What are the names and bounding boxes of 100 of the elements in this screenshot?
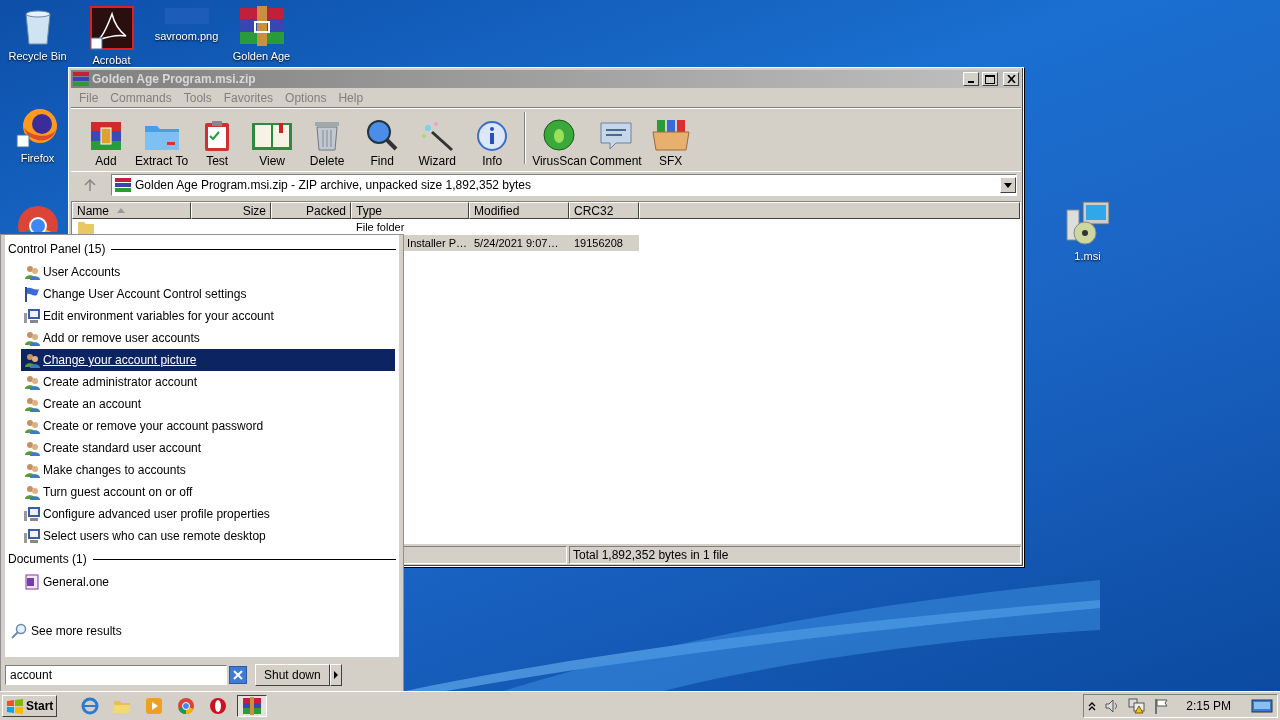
close-button[interactable] [1003,72,1019,86]
box-icon [650,118,691,152]
desktop-icon-label[interactable]: 1.msi [1074,250,1101,262]
toolbar-button[interactable]: Extract To [134,110,190,168]
toolbar-button[interactable]: Add [79,110,133,168]
archive-icon [242,697,263,715]
window-title: Golden Age Program.msi.zip [92,72,257,86]
archive-icon [237,6,286,46]
group-heading: Control Panel (15) [8,242,106,256]
users-icon [24,462,40,478]
table-cell-text: File folder [355,220,406,235]
search-result-item[interactable]: Change User Account Control settings [21,283,395,305]
users-icon [24,484,40,500]
windows-logo-icon [6,698,24,714]
column-header[interactable]: CRC32 [569,202,639,219]
search-result-item[interactable]: Create or remove your account password [21,415,395,437]
toolbar-button[interactable]: Test [190,110,245,168]
computer-icon [24,308,40,324]
maximize-icon [985,74,995,84]
computer-icon [24,506,40,522]
search-icon [11,623,27,639]
search-result-item[interactable]: General.one [21,571,395,593]
info-icon [476,120,509,152]
column-header[interactable]: Packed [271,202,351,219]
show-desktop-icon [1251,698,1273,714]
shut-down-button[interactable]: Shut down [255,664,330,686]
column-header[interactable]: Size [191,202,271,219]
users-icon [24,374,40,390]
toolbar-button[interactable]: Wizard [410,110,465,168]
status-text: Total 1,892,352 bytes in 1 file [569,546,1021,564]
clock[interactable]: 2:15 PM [1186,699,1231,713]
document-shortcut-icon [89,6,134,50]
network-warning-icon [1128,698,1147,714]
desktop-icon-label[interactable]: savroom.png [154,30,219,42]
toolbar-button[interactable]: View [245,110,300,168]
play-icon [145,697,164,715]
table-cell: 5/24/2021 9:07… [469,235,569,251]
desktop-icon-label[interactable]: Acrobat [92,54,131,66]
bug-icon [542,118,577,152]
start-button[interactable]: Start [2,695,58,717]
address-field[interactable]: Golden Age Program.msi.zip - ZIP archive, unpacked size 1,892,352 bytes [111,174,1017,196]
maximize-button[interactable] [982,72,998,86]
users-icon [24,330,40,346]
search-result-item[interactable]: Edit environment variables for your account [21,305,395,327]
search-result-item[interactable]: Change your account picture [21,349,395,371]
close-icon [1006,75,1016,83]
taskbar-app-button[interactable] [237,695,268,717]
chevron-up-icon [1088,701,1097,711]
search-field[interactable]: account [5,665,227,685]
caret-down-icon [1004,182,1012,188]
chrome-icon [177,697,196,715]
column-header[interactable]: Modified [469,202,569,219]
speech-bubble-icon [597,120,634,152]
group-heading: Documents (1) [8,552,87,566]
archive-icon [115,178,131,192]
clear-search-button[interactable] [229,666,247,684]
dropdown-button[interactable] [1000,177,1016,193]
browser-e-icon [81,697,100,715]
column-header[interactable]: Name [72,202,191,219]
search-result-item[interactable]: Turn guest account on or off [21,481,395,503]
installer-icon [1064,200,1111,246]
search-result-item[interactable]: Select users who can use remote desktop [21,525,395,547]
users-icon [24,264,40,280]
archive-stack-icon [89,120,123,152]
toolbar-button[interactable]: VirusScan [531,110,588,168]
flag-icon [1154,698,1171,714]
search-result-item[interactable]: Add or remove user accounts [21,327,395,349]
toolbar-button[interactable]: Delete [300,110,355,168]
users-icon [24,440,40,456]
arrow-up-icon [84,179,96,191]
search-result-item[interactable]: Create standard user account [21,437,395,459]
desktop-icon-label[interactable]: Firefox [20,152,55,164]
search-result-item[interactable]: Create administrator account [21,371,395,393]
magic-wand-icon [420,120,455,152]
opera-icon [209,697,228,715]
see-more-link[interactable]: See more results [31,624,122,638]
desktop-icon-label[interactable]: Golden Age [232,50,291,62]
toolbar-button[interactable]: Info [465,110,520,168]
desktop-icon-label[interactable]: Recycle Bin [8,50,67,62]
caret-right-icon [333,671,338,679]
toolbar-button[interactable]: Find [355,110,410,168]
flag-icon [24,286,40,302]
search-result-item[interactable]: Make changes to accounts [21,459,395,481]
notebook-icon [24,574,40,590]
search-result-item[interactable]: Create an account [21,393,395,415]
book-icon [251,120,294,152]
minimize-button[interactable] [963,72,979,86]
column-header[interactable]: Type [351,202,469,219]
table-cell: 19156208 [569,235,639,251]
users-icon [24,352,40,368]
toolbar-button[interactable]: SFX [643,110,698,168]
toolbar-button[interactable]: Comment [588,110,643,168]
search-icon [365,118,400,152]
users-icon [24,418,40,434]
search-result-item[interactable]: Configure advanced user profile properties [21,503,395,525]
users-icon [24,396,40,412]
close-icon [233,670,243,680]
computer-icon [24,528,40,544]
search-result-item[interactable]: User Accounts [21,261,395,283]
archive-icon [73,72,89,86]
